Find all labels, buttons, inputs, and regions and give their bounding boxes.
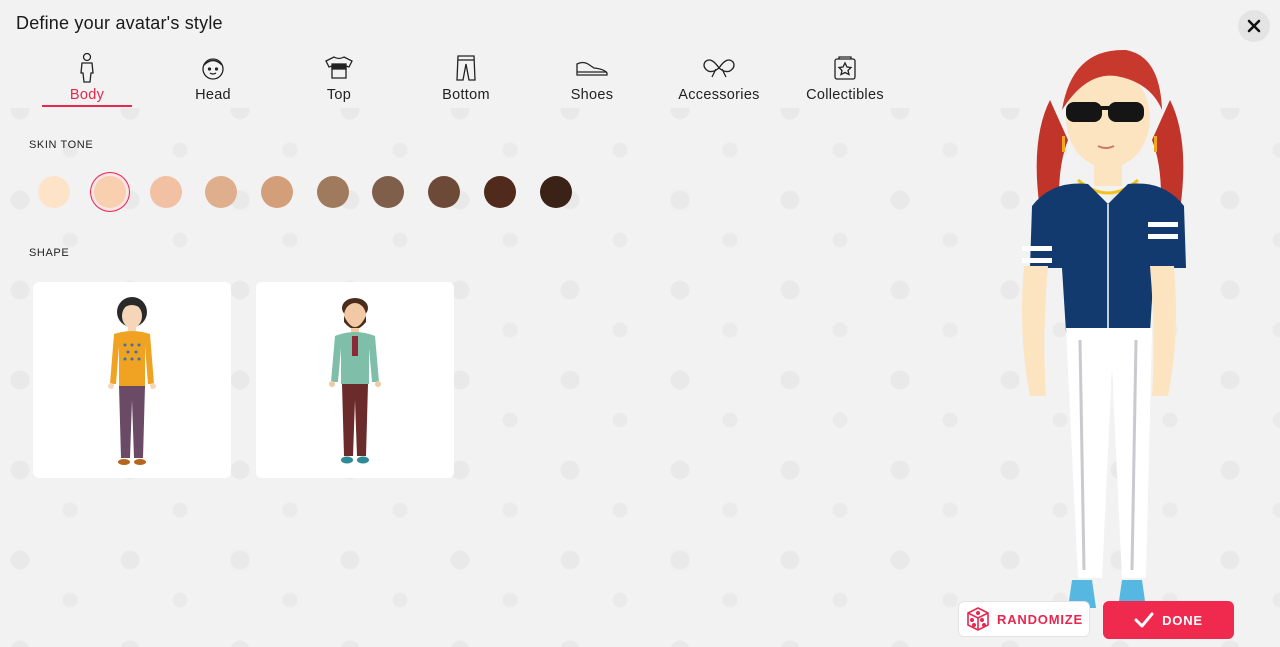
shoes-icon xyxy=(575,52,609,84)
collectibles-icon xyxy=(828,52,862,84)
randomize-label: RANDOMIZE xyxy=(997,611,1083,627)
feminine-avatar-image xyxy=(108,297,156,465)
tab-label: Body xyxy=(69,87,105,103)
skin-tone-swatch[interactable] xyxy=(261,176,293,208)
tab-label: Accessories xyxy=(678,87,760,103)
tab-collectibles[interactable]: Collectibles xyxy=(782,52,908,108)
accessories-icon xyxy=(702,52,736,84)
tab-bottom[interactable]: Bottom xyxy=(403,52,529,108)
shape-option-feminine[interactable] xyxy=(33,282,231,478)
done-label: DONE xyxy=(1162,612,1203,628)
tab-body[interactable]: Body xyxy=(24,52,150,108)
skin-tone-swatch[interactable] xyxy=(317,176,349,208)
tab-head[interactable]: Head xyxy=(150,52,276,108)
tab-accessories[interactable]: Accessories xyxy=(656,52,782,108)
tab-label: Bottom xyxy=(442,87,490,103)
skin-tone-label: SKIN TONE xyxy=(29,139,94,151)
checkmark-icon xyxy=(1134,612,1154,628)
masculine-avatar-image xyxy=(329,298,381,464)
dice-icon xyxy=(967,607,989,631)
skin-tone-swatch[interactable] xyxy=(428,176,460,208)
skin-tone-swatches xyxy=(38,176,598,210)
top-icon xyxy=(322,52,356,84)
randomize-button[interactable]: RANDOMIZE xyxy=(958,601,1090,637)
tab-label: Head xyxy=(195,87,231,103)
bottom-icon xyxy=(449,52,483,84)
skin-tone-swatch[interactable] xyxy=(94,176,126,208)
skin-tone-swatch[interactable] xyxy=(205,176,237,208)
skin-tone-swatch[interactable] xyxy=(540,176,572,208)
category-tabs: Body Head Top Bottom Shoes Accessories C… xyxy=(24,52,924,108)
close-icon xyxy=(1247,19,1261,33)
avatar-preview xyxy=(1022,49,1186,608)
tab-top[interactable]: Top xyxy=(276,52,402,108)
tab-label: Collectibles xyxy=(806,87,884,103)
head-icon xyxy=(196,52,230,84)
skin-tone-swatch[interactable] xyxy=(484,176,516,208)
skin-tone-swatch[interactable] xyxy=(38,176,70,208)
shape-option-masculine[interactable] xyxy=(256,282,454,478)
active-tab-indicator xyxy=(42,105,132,107)
tab-label: Shoes xyxy=(570,87,614,103)
tab-shoes[interactable]: Shoes xyxy=(529,52,655,108)
tab-label: Top xyxy=(326,87,352,103)
skin-tone-swatch[interactable] xyxy=(372,176,404,208)
body-icon xyxy=(70,52,104,84)
shape-label: SHAPE xyxy=(29,247,70,259)
done-button[interactable]: DONE xyxy=(1103,601,1234,639)
page-title: Define your avatar's style xyxy=(16,13,223,33)
close-button[interactable] xyxy=(1238,10,1270,42)
skin-tone-swatch[interactable] xyxy=(150,176,182,208)
